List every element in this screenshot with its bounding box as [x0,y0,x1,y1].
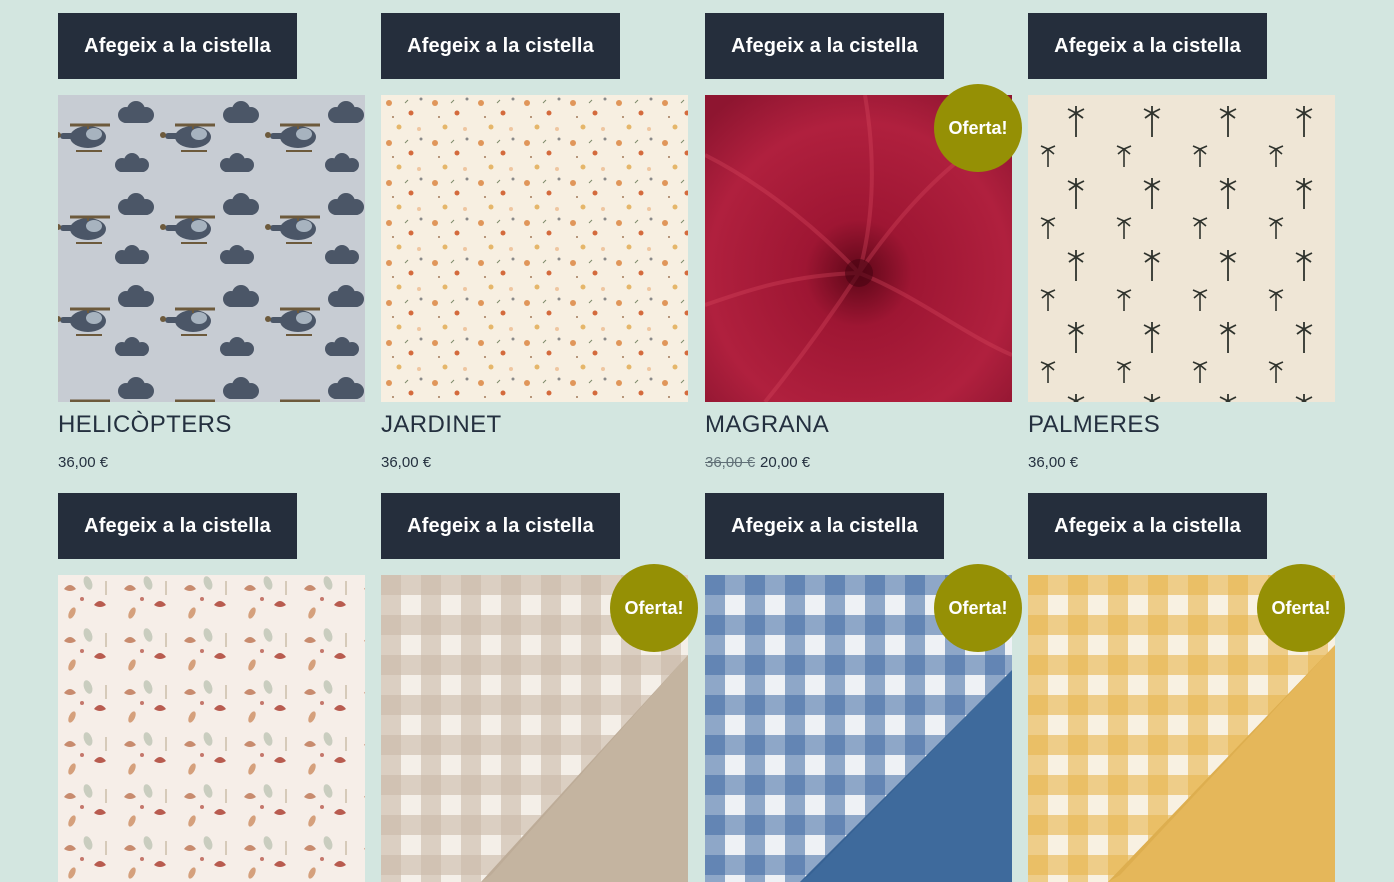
sale-badge: Oferta! [934,84,1022,172]
old-price: 36,00 € [705,454,756,471]
floral-fabric-image [381,95,688,402]
product-price: 36,00 € [58,454,108,471]
product-price: 36,00 €20,00 € [705,454,810,471]
sale-badge: Oferta! [1257,564,1345,652]
add-to-cart-button[interactable]: Afegeix a la cistella [1028,493,1267,559]
add-to-cart-button[interactable]: Afegeix a la cistella [1028,13,1267,79]
add-to-cart-button[interactable]: Afegeix a la cistella [381,13,620,79]
birds-floral-fabric-image [58,575,365,882]
palm-fabric-image [1028,95,1335,402]
add-to-cart-button[interactable]: Afegeix a la cistella [58,13,297,79]
product-image[interactable] [58,575,365,882]
current-price: 36,00 € [1028,454,1079,471]
add-to-cart-button[interactable]: Afegeix a la cistella [58,493,297,559]
product-title[interactable]: HELICÒPTERS [58,411,232,439]
sale-badge: Oferta! [934,564,1022,652]
product-image[interactable] [58,95,365,402]
helicopter-fabric-image [58,95,365,402]
current-price: 20,00 € [760,454,811,471]
product-image[interactable] [381,95,688,402]
product-title[interactable]: PALMERES [1028,411,1160,439]
add-to-cart-button[interactable]: Afegeix a la cistella [705,493,944,559]
add-to-cart-button[interactable]: Afegeix a la cistella [381,493,620,559]
current-price: 36,00 € [381,454,432,471]
product-title[interactable]: MAGRANA [705,411,829,439]
product-price: 36,00 € [1028,454,1078,471]
product-title[interactable]: JARDINET [381,411,502,439]
sale-badge: Oferta! [610,564,698,652]
product-price: 36,00 € [381,454,431,471]
product-image[interactable] [1028,95,1335,402]
current-price: 36,00 € [58,454,109,471]
add-to-cart-button[interactable]: Afegeix a la cistella [705,13,944,79]
